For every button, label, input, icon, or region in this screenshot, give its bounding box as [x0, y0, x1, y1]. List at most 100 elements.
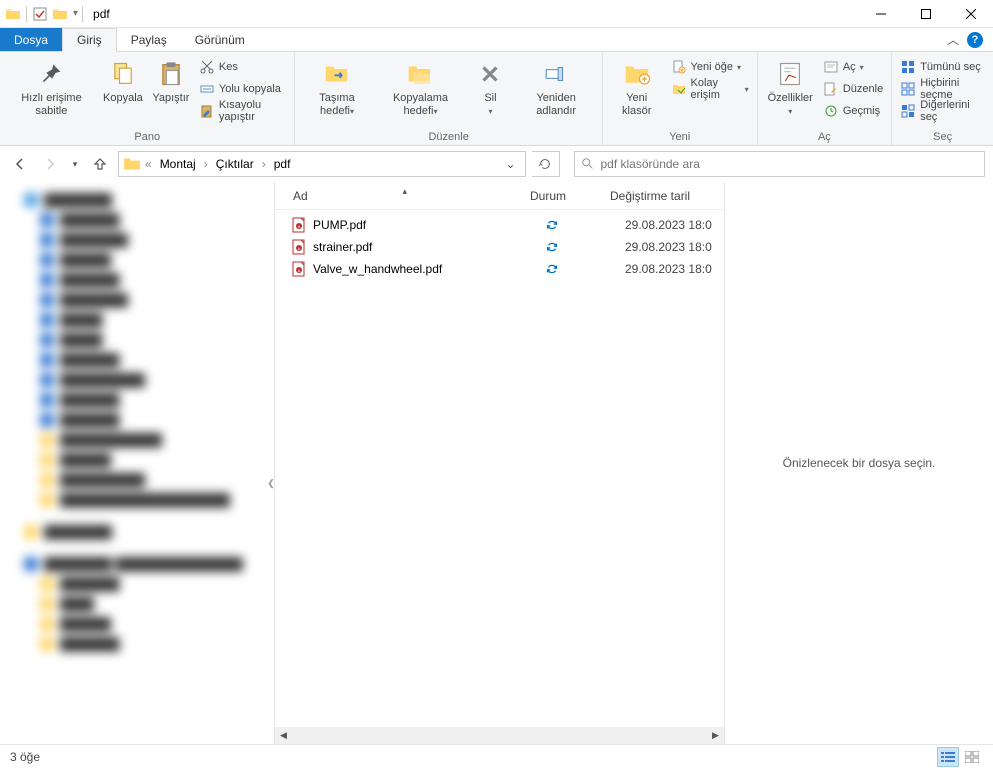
minimize-button[interactable] — [858, 0, 903, 28]
up-button[interactable] — [88, 152, 112, 176]
folder-icon[interactable] — [51, 5, 69, 23]
invert-selection-button[interactable]: Diğerlerini seç — [898, 100, 987, 122]
recent-dropdown[interactable]: ▾ — [68, 152, 82, 176]
file-row[interactable]: A Valve_w_handwheel.pdf 29.08.2023 18:0 — [275, 258, 724, 280]
breadcrumb-item[interactable]: Montaj — [156, 157, 200, 171]
search-box[interactable] — [574, 151, 986, 177]
move-to-button[interactable]: Taşıma hedefi▾ — [301, 56, 372, 120]
ribbon-group-organize: Taşıma hedefi▾ Kopyalama hedefi▾ Sil▾ Ye… — [295, 52, 602, 145]
copy-button[interactable]: Kopyala — [101, 56, 145, 107]
chevron-down-icon[interactable]: ▾ — [73, 8, 78, 19]
folder-icon — [123, 155, 141, 173]
horizontal-scrollbar[interactable]: ◀ ▶ — [275, 727, 724, 744]
svg-text:A: A — [298, 246, 301, 251]
path-icon — [199, 81, 215, 97]
new-folder-button[interactable]: Yeni klasör — [609, 56, 665, 120]
move-icon — [321, 58, 353, 90]
preview-pane: Önizlenecek bir dosya seçin. — [725, 182, 993, 744]
select-none-button[interactable]: Hiçbirini seçme — [898, 78, 987, 100]
easy-access-button[interactable]: Kolay erişim ▾ — [669, 78, 751, 100]
delete-icon — [474, 58, 506, 90]
svg-text:A: A — [298, 268, 301, 273]
refresh-button[interactable] — [532, 151, 560, 177]
new-folder-icon — [621, 58, 653, 90]
copy-to-button[interactable]: Kopyalama hedefi▾ — [376, 56, 464, 120]
new-item-button[interactable]: Yeni öğe ▾ — [669, 56, 751, 78]
select-all-icon — [900, 59, 916, 75]
tab-share[interactable]: Paylaş — [117, 28, 181, 51]
easy-access-icon — [671, 81, 687, 97]
ribbon: Hızlı erişime sabitle Kopyala Yapıştır K… — [0, 52, 993, 146]
file-list: ▴Ad Durum Değiştirme taril A PUMP.pdf 29.0… — [275, 182, 725, 744]
chevron-up-icon[interactable]: ︿ — [947, 31, 959, 48]
copy-path-button[interactable]: Yolu kopyala — [197, 78, 289, 100]
open-icon — [823, 59, 839, 75]
sort-arrow-icon: ▴ — [403, 186, 408, 197]
delete-button[interactable]: Sil▾ — [468, 56, 512, 120]
tab-home[interactable]: Giriş — [62, 28, 117, 52]
window-title: pdf — [93, 7, 110, 21]
main-area: ████████ ███████ ████████ ██████ ███████… — [0, 182, 993, 744]
navigation-pane[interactable]: ████████ ███████ ████████ ██████ ███████… — [0, 182, 275, 744]
address-bar-row: ▾ « Montaj › Çıktılar › pdf ⌄ — [0, 146, 993, 182]
ribbon-group-select: Tümünü seç Hiçbirini seçme Diğerlerini s… — [892, 52, 993, 145]
pin-button[interactable]: Hızlı erişime sabitle — [6, 56, 97, 120]
checkbox-icon[interactable] — [31, 5, 49, 23]
svg-text:A: A — [298, 224, 301, 229]
breadcrumb-item[interactable]: Çıktılar — [212, 157, 258, 171]
history-button[interactable]: Geçmiş — [821, 100, 885, 122]
scroll-right-icon[interactable]: ▶ — [707, 727, 724, 744]
column-status[interactable]: Durum — [530, 189, 610, 203]
breadcrumb-item[interactable]: pdf — [270, 157, 295, 171]
titlebar: ▾ pdf — [0, 0, 993, 28]
file-row[interactable]: Astrainer.pdf 29.08.2023 18:0 — [275, 236, 724, 258]
cut-button[interactable]: Kes — [197, 56, 289, 78]
ribbon-tabs: Dosya Giriş Paylaş Görünüm ︿ ? — [0, 28, 993, 52]
file-name: strainer.pdf — [313, 240, 545, 254]
tab-view[interactable]: Görünüm — [181, 28, 259, 51]
column-date[interactable]: Değiştirme taril — [610, 189, 724, 203]
scroll-left-icon[interactable]: ◀ — [275, 727, 292, 744]
file-date: 29.08.2023 18:0 — [625, 218, 712, 232]
search-icon — [581, 157, 595, 171]
file-name: Valve_w_handwheel.pdf — [313, 262, 545, 276]
tab-file[interactable]: Dosya — [0, 28, 62, 51]
search-input[interactable] — [601, 157, 979, 171]
folder-icon — [4, 5, 22, 23]
edit-icon — [823, 81, 839, 97]
edit-button[interactable]: Düzenle — [821, 78, 885, 100]
rename-button[interactable]: Yeniden adlandır — [516, 56, 595, 120]
paste-shortcut-button[interactable]: Kısayolu yapıştır — [197, 100, 289, 122]
select-none-icon — [900, 81, 916, 97]
properties-button[interactable]: Özellikler▾ — [764, 56, 817, 120]
copy-icon — [107, 58, 139, 90]
paste-button[interactable]: Yapıştır — [149, 56, 193, 107]
new-item-icon — [671, 59, 687, 75]
column-headers: ▴Ad Durum Değiştirme taril — [275, 182, 724, 210]
column-name[interactable]: ▴Ad — [275, 189, 530, 203]
copy-to-icon — [404, 58, 436, 90]
properties-icon — [774, 58, 806, 90]
thumbnail-view-button[interactable] — [961, 747, 983, 767]
splitter-handle[interactable]: ❮ — [268, 463, 274, 503]
ribbon-group-clipboard: Hızlı erişime sabitle Kopyala Yapıştır K… — [0, 52, 295, 145]
close-button[interactable] — [948, 0, 993, 28]
ribbon-group-new: Yeni klasör Yeni öğe ▾ Kolay erişim ▾ Ye… — [603, 52, 758, 145]
details-view-button[interactable] — [937, 747, 959, 767]
address-bar[interactable]: « Montaj › Çıktılar › pdf ⌄ — [118, 151, 526, 177]
open-button[interactable]: Aç ▾ — [821, 56, 885, 78]
maximize-button[interactable] — [903, 0, 948, 28]
chevron-down-icon[interactable]: ⌄ — [501, 157, 521, 171]
file-date: 29.08.2023 18:0 — [625, 240, 712, 254]
status-bar: 3 öğe — [0, 744, 993, 768]
help-icon[interactable]: ? — [967, 32, 983, 48]
back-button[interactable] — [8, 152, 32, 176]
forward-button[interactable] — [38, 152, 62, 176]
select-all-button[interactable]: Tümünü seç — [898, 56, 987, 78]
sync-icon — [545, 218, 625, 232]
history-icon — [823, 103, 839, 119]
file-row[interactable]: A PUMP.pdf 29.08.2023 18:0 — [275, 214, 724, 236]
item-count: 3 öğe — [10, 750, 40, 764]
file-date: 29.08.2023 18:0 — [625, 262, 712, 276]
file-name: PUMP.pdf — [313, 218, 545, 232]
